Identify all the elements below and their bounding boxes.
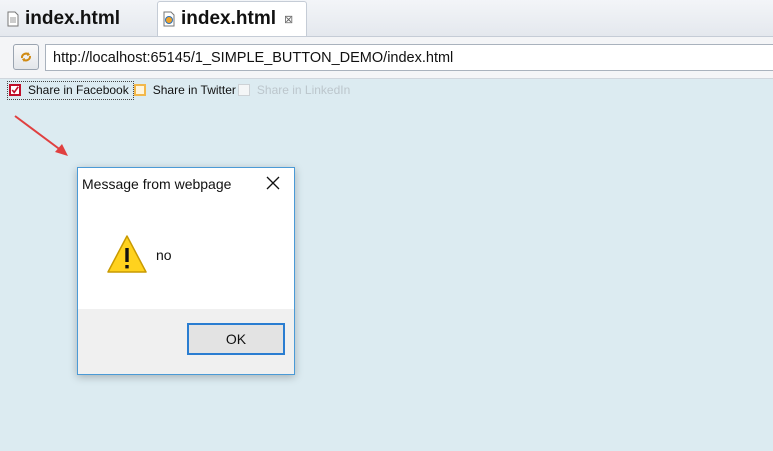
linkedin-checkbox <box>237 84 250 96</box>
tab-label: index.html <box>181 8 277 29</box>
dialog-close-button[interactable] <box>262 172 284 194</box>
tab-index-html-2[interactable]: index.html ⊠ <box>157 1 307 36</box>
url-input[interactable]: http://localhost:65145/1_SIMPLE_BUTTON_D… <box>45 44 773 71</box>
dialog-message: no <box>156 247 172 263</box>
html-page-icon <box>162 11 176 27</box>
share-facebook-option[interactable]: Share in Facebook <box>7 80 134 100</box>
close-tab-icon[interactable]: ⊠ <box>284 13 293 26</box>
refresh-icon <box>21 52 31 62</box>
checkmark-icon <box>11 86 19 94</box>
warning-icon <box>107 235 147 273</box>
twitter-checkbox[interactable] <box>133 84 146 96</box>
dialog-title: Message from webpage <box>82 176 232 192</box>
address-toolbar: http://localhost:65145/1_SIMPLE_BUTTON_D… <box>0 37 773 79</box>
twitter-label: Share in Twitter <box>152 83 236 97</box>
tab-index-html-1[interactable]: index.html <box>6 2 152 35</box>
refresh-button[interactable] <box>13 44 39 70</box>
annotation-arrow-icon <box>14 115 68 156</box>
facebook-label: Share in Facebook <box>28 83 129 97</box>
tab-label: index.html <box>25 7 121 29</box>
dialog-footer: OK <box>78 309 294 374</box>
close-icon <box>266 176 280 190</box>
linkedin-label: Share in LinkedIn <box>256 83 351 97</box>
share-linkedin-option: Share in LinkedIn <box>237 81 351 100</box>
facebook-checkbox[interactable] <box>9 84 21 96</box>
share-twitter-option[interactable]: Share in Twitter <box>133 81 238 100</box>
ok-button[interactable]: OK <box>187 323 285 355</box>
tab-bar: index.html index.html ⊠ <box>0 0 773 37</box>
message-dialog: Message from webpage no OK <box>77 167 295 375</box>
share-options: Share in Facebook Share in Twitter Share… <box>7 80 350 100</box>
document-icon <box>6 11 20 27</box>
